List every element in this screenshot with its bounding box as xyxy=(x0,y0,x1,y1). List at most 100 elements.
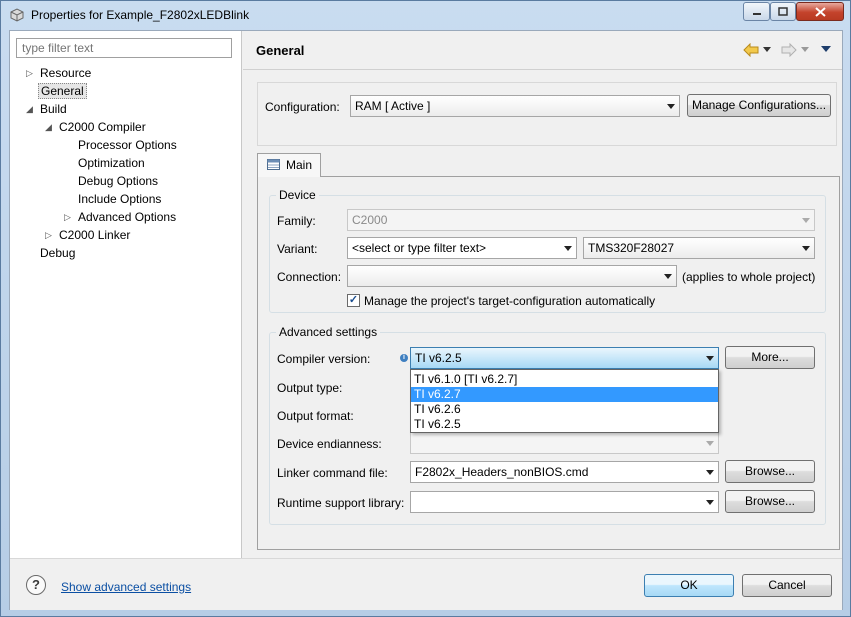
chevron-down-icon xyxy=(664,274,672,279)
separator xyxy=(243,69,842,70)
family-label: Family: xyxy=(277,214,316,228)
main-tab-content: Device Family: C2000 Variant: <select or… xyxy=(257,176,840,550)
tree-item-build[interactable]: Build xyxy=(38,101,69,118)
view-menu-icon[interactable] xyxy=(821,46,831,53)
dialog-client-area: ▷ Resource General ◢ Build ◢ C2000 Compi… xyxy=(9,30,843,610)
variant-filter-combo[interactable]: <select or type filter text> xyxy=(347,237,577,259)
window-title: Properties for Example_F2802xLEDBlink xyxy=(31,8,250,22)
tree-item-c2000-linker[interactable]: C2000 Linker xyxy=(57,227,132,244)
tree-item-label: Processor Options xyxy=(78,138,177,152)
chevron-down-icon xyxy=(802,218,810,223)
output-format-label: Output format: xyxy=(277,409,354,423)
tree-item-label: Debug Options xyxy=(78,174,159,188)
manage-target-config-label: Manage the project's target-configuratio… xyxy=(364,294,656,308)
show-advanced-settings-link[interactable]: Show advanced settings xyxy=(61,580,191,594)
app-icon xyxy=(10,8,24,22)
collapse-icon[interactable]: ◢ xyxy=(45,119,54,136)
tree-item-label: Build xyxy=(40,102,67,116)
dropdown-option[interactable]: TI v6.2.6 xyxy=(411,402,718,417)
tree-item-optimization[interactable]: Optimization xyxy=(76,155,147,172)
back-arrow-icon[interactable] xyxy=(743,43,759,57)
tree-item-c2000-compiler[interactable]: C2000 Compiler xyxy=(57,119,148,136)
dropdown-option-highlighted[interactable]: TI v6.2.7 xyxy=(411,387,718,402)
runtime-browse-button[interactable]: Browse... xyxy=(725,490,815,513)
chevron-down-icon xyxy=(802,246,810,251)
tree-item-general[interactable]: General xyxy=(38,83,87,100)
tree-item-debug-options[interactable]: Debug Options xyxy=(76,173,160,190)
tree-item-label: Optimization xyxy=(78,156,145,170)
tree-item-label: General xyxy=(38,83,87,99)
expand-icon[interactable]: ▷ xyxy=(45,227,54,244)
linker-cmd-value: F2802x_Headers_nonBIOS.cmd xyxy=(415,465,589,479)
property-tree-pane: ▷ Resource General ◢ Build ◢ C2000 Compi… xyxy=(10,31,242,558)
manage-configurations-button[interactable]: Manage Configurations... xyxy=(687,94,831,117)
property-page: General Configuration: RAM [ Active ] Ma… xyxy=(243,31,842,558)
compiler-version-label: Compiler version: xyxy=(277,352,371,366)
more-button[interactable]: More... xyxy=(725,346,815,369)
configuration-section: Configuration: RAM [ Active ] Manage Con… xyxy=(257,82,837,146)
maximize-button[interactable] xyxy=(770,2,796,21)
connection-note: (applies to whole project) xyxy=(682,270,816,284)
chevron-down-icon xyxy=(564,246,572,251)
configuration-label: Configuration: xyxy=(265,100,340,114)
chevron-down-icon xyxy=(667,104,675,109)
compiler-version-value: TI v6.2.5 xyxy=(415,351,462,365)
variant-select[interactable]: TMS320F28027 xyxy=(583,237,815,259)
tab-folder: Device Family: C2000 Variant: <select or… xyxy=(257,153,840,552)
runtime-lib-label: Runtime support library: xyxy=(277,496,405,510)
linker-cmd-combo[interactable]: F2802x_Headers_nonBIOS.cmd xyxy=(410,461,719,483)
compiler-version-select[interactable]: TI v6.2.5 xyxy=(410,347,719,369)
device-endianness-label: Device endianness: xyxy=(277,437,382,451)
advanced-settings-title: Advanced settings xyxy=(276,325,381,339)
device-endianness-select xyxy=(410,432,719,454)
family-select: C2000 xyxy=(347,209,815,231)
minimize-button[interactable] xyxy=(743,2,770,21)
ok-button[interactable]: OK xyxy=(644,574,734,597)
help-icon[interactable]: ? xyxy=(26,575,46,595)
variant-label: Variant: xyxy=(277,242,318,256)
tree-item-advanced-options[interactable]: Advanced Options xyxy=(76,209,178,226)
manage-target-config-checkbox[interactable]: ✓ xyxy=(347,294,360,307)
tree-item-resource[interactable]: Resource xyxy=(38,65,93,82)
tree-item-label: C2000 Compiler xyxy=(59,120,146,134)
collapse-icon[interactable]: ◢ xyxy=(26,101,35,118)
title-bar[interactable]: Properties for Example_F2802xLEDBlink xyxy=(1,1,850,29)
dropdown-option[interactable]: TI v6.2.5 xyxy=(411,417,718,432)
linker-cmd-label: Linker command file: xyxy=(277,466,388,480)
tab-main-label: Main xyxy=(286,158,313,172)
properties-dialog: Properties for Example_F2802xLEDBlink ▷ … xyxy=(0,0,851,617)
filter-input[interactable] xyxy=(16,38,232,58)
tab-main[interactable]: Main xyxy=(257,153,321,177)
family-value: C2000 xyxy=(352,213,388,227)
forward-arrow-icon[interactable] xyxy=(781,43,797,57)
chevron-down-icon xyxy=(706,470,714,475)
tree-item-processor-options[interactable]: Processor Options xyxy=(76,137,179,154)
variant-value: TMS320F28027 xyxy=(588,241,675,255)
tree-item-label: C2000 Linker xyxy=(59,228,131,242)
connection-select[interactable] xyxy=(347,265,677,287)
tree-item-label: Advanced Options xyxy=(78,210,177,224)
output-type-label: Output type: xyxy=(277,381,343,395)
back-menu-icon[interactable] xyxy=(763,47,771,53)
variant-filter-text: <select or type filter text> xyxy=(352,241,487,255)
dialog-button-bar: ? Show advanced settings OK Cancel xyxy=(10,558,842,610)
tree-item-debug[interactable]: Debug xyxy=(38,245,77,262)
expand-icon[interactable]: ▷ xyxy=(64,209,73,226)
device-group-title: Device xyxy=(276,188,319,202)
cancel-button[interactable]: Cancel xyxy=(742,574,832,597)
info-icon: i xyxy=(400,354,408,362)
expand-icon[interactable]: ▷ xyxy=(26,65,35,82)
configuration-value: RAM [ Active ] xyxy=(355,99,431,113)
linker-browse-button[interactable]: Browse... xyxy=(725,460,815,483)
forward-menu-icon[interactable] xyxy=(801,47,809,53)
advanced-settings-group: Advanced settings Compiler version: i TI… xyxy=(269,325,826,525)
dropdown-option[interactable]: TI v6.1.0 [TI v6.2.7] xyxy=(411,372,718,387)
table-icon xyxy=(267,159,280,170)
configuration-select[interactable]: RAM [ Active ] xyxy=(350,95,680,117)
compiler-version-dropdown: TI v6.1.0 [TI v6.2.7] TI v6.2.7 TI v6.2.… xyxy=(410,369,719,433)
tree-item-label: Include Options xyxy=(78,192,162,206)
tree-item-include-options[interactable]: Include Options xyxy=(76,191,163,208)
runtime-lib-combo[interactable] xyxy=(410,491,719,513)
close-button[interactable] xyxy=(796,2,844,21)
page-title: General xyxy=(256,43,305,58)
